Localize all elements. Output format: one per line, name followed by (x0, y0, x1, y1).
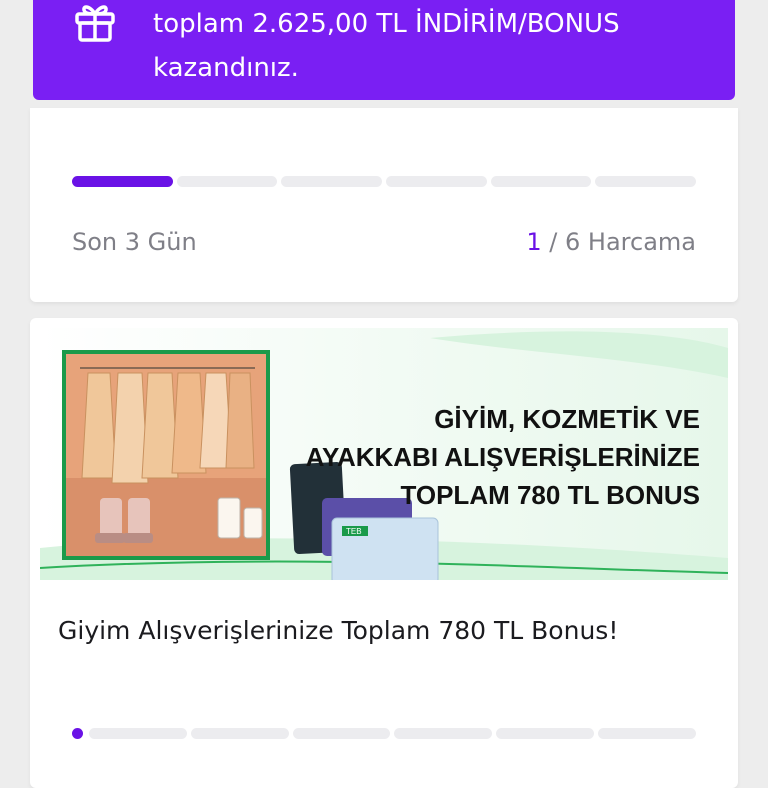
campaign-title: Giyim Alışverişlerinize Toplam 780 TL Bo… (58, 616, 619, 645)
progress-segment (89, 728, 187, 739)
spend-count-total: / 6 Harcama (541, 228, 696, 256)
gift-icon (75, 5, 115, 42)
progress-segment (386, 176, 487, 187)
campaign-card-clothing[interactable]: TEB GİYİM, KOZMETİK VE AYAKKABI ALIŞVERİ… (30, 318, 738, 788)
banner-text-line1: toplam 2.625,00 TL İNDİRİM/BONUS (153, 9, 620, 39)
banner-text-line2: kazandınız. (153, 53, 299, 83)
progress-segment (176, 176, 278, 187)
progress-segment (496, 728, 595, 739)
spend-count-label: 1 / 6 Harcama (526, 228, 696, 256)
progress-segment (598, 728, 696, 739)
promo-heading-line1: GİYİM, KOZMETİK VE (434, 404, 700, 434)
spend-progress-bar (72, 176, 697, 187)
promo-heading-line2: AYAKKABI ALIŞVERİŞLERİNİZE (306, 442, 700, 472)
progress-segment (281, 176, 383, 187)
spend-count-current: 1 (526, 228, 542, 256)
time-left-label: Son 3 Gün (72, 228, 197, 256)
campaign-card-progress[interactable]: Son 3 Gün 1 / 6 Harcama (30, 108, 738, 302)
spend-progress-bar (72, 728, 696, 739)
promo-heading-line3: TOPLAM 780 TL BONUS (400, 480, 700, 510)
reward-banner: toplam 2.625,00 TL İNDİRİM/BONUS kazandı… (33, 0, 735, 100)
progress-segment (595, 176, 697, 187)
progress-segment (72, 176, 173, 187)
progress-segment (190, 728, 289, 739)
card-brand-label: TEB (346, 527, 362, 536)
progress-segment (394, 728, 493, 739)
progress-segment (292, 728, 391, 739)
promo-banner-image: TEB GİYİM, KOZMETİK VE AYAKKABI ALIŞVERİ… (40, 328, 728, 580)
banner-text: toplam 2.625,00 TL İNDİRİM/BONUS kazandı… (153, 2, 713, 90)
progress-segment (490, 176, 592, 187)
progress-start-dot (72, 728, 83, 739)
